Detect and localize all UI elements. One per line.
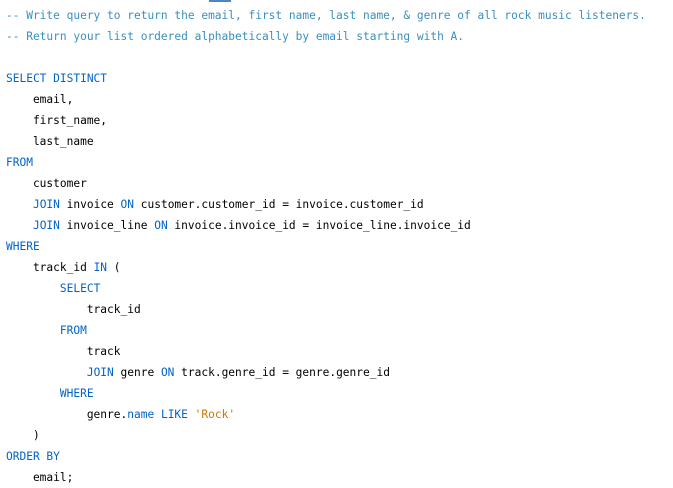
code-text: customer: [6, 177, 87, 190]
code-keyword: FROM: [6, 156, 33, 169]
code-line: SELECT: [6, 278, 100, 299]
code-text: track_id: [6, 303, 141, 316]
code-line: genre.name LIKE 'Rock': [6, 404, 235, 425]
code-keyword: SELECT DISTINCT: [6, 72, 108, 85]
code-line: WHERE: [6, 236, 40, 257]
code-text: genre.: [6, 408, 128, 421]
sql-editor[interactable]: -- Write query to return the email, firs…: [0, 0, 673, 486]
code-line: first_name,: [6, 110, 107, 131]
code-keyword: IN: [93, 261, 108, 274]
code-text: last_name: [6, 135, 94, 148]
code-line: customer: [6, 173, 87, 194]
code-string: 'Rock': [194, 408, 236, 421]
selection-marker: [209, 0, 231, 2]
code-keyword: SELECT: [59, 282, 101, 295]
code-line: -- Return your list ordered alphabetical…: [6, 26, 464, 47]
code-line: JOIN invoice ON customer.customer_id = i…: [6, 194, 424, 215]
code-keyword: ON: [154, 219, 168, 232]
code-text: (: [107, 261, 121, 274]
code-keyword: name: [127, 408, 155, 421]
code-text: invoice_line: [59, 219, 155, 232]
code-line: ORDER BY: [6, 446, 60, 467]
code-line: WHERE: [6, 383, 94, 404]
code-line: email;: [6, 467, 73, 488]
code-text: customer.customer_id = invoice.customer_…: [134, 198, 424, 211]
code-keyword: ON: [160, 366, 175, 379]
code-keyword: ON: [120, 198, 135, 211]
code-comment: -- Return your list ordered alphabetical…: [6, 30, 465, 43]
code-text: email,: [6, 93, 74, 106]
code-text: genre: [113, 366, 161, 379]
code-keyword: JOIN: [32, 219, 60, 232]
code-line: track_id IN (: [6, 257, 121, 278]
code-line: ): [6, 425, 40, 446]
code-keyword: WHERE: [59, 387, 94, 400]
code-text: track: [6, 345, 121, 358]
code-comment: -- Write query to return the email, firs…: [6, 9, 646, 22]
code-keyword: JOIN: [32, 198, 60, 211]
code-text: invoice.invoice_id = invoice_line.invoic…: [167, 219, 471, 232]
code-line: SELECT DISTINCT: [6, 68, 107, 89]
code-line: email,: [6, 89, 73, 110]
code-text: track.genre_id = genre.genre_id: [174, 366, 390, 379]
code-keyword: FROM: [59, 324, 87, 337]
code-keyword: ORDER BY: [6, 450, 60, 463]
code-text: first_name,: [6, 114, 108, 127]
code-text: invoice: [59, 198, 121, 211]
code-keyword: WHERE: [6, 240, 40, 253]
code-line: JOIN invoice_line ON invoice.invoice_id …: [6, 215, 471, 236]
code-line: FROM: [6, 320, 87, 341]
code-text: track_id: [6, 261, 94, 274]
code-line: JOIN genre ON track.genre_id = genre.gen…: [6, 362, 390, 383]
code-keyword: JOIN: [86, 366, 114, 379]
code-line: last_name: [6, 131, 94, 152]
code-line: FROM: [6, 152, 33, 173]
code-text: ): [6, 429, 40, 442]
code-text: email;: [6, 471, 74, 484]
code-line: track: [6, 341, 121, 362]
code-line: -- Write query to return the email, firs…: [6, 5, 646, 26]
code-line: track_id: [6, 299, 141, 320]
code-keyword: LIKE: [160, 408, 188, 421]
